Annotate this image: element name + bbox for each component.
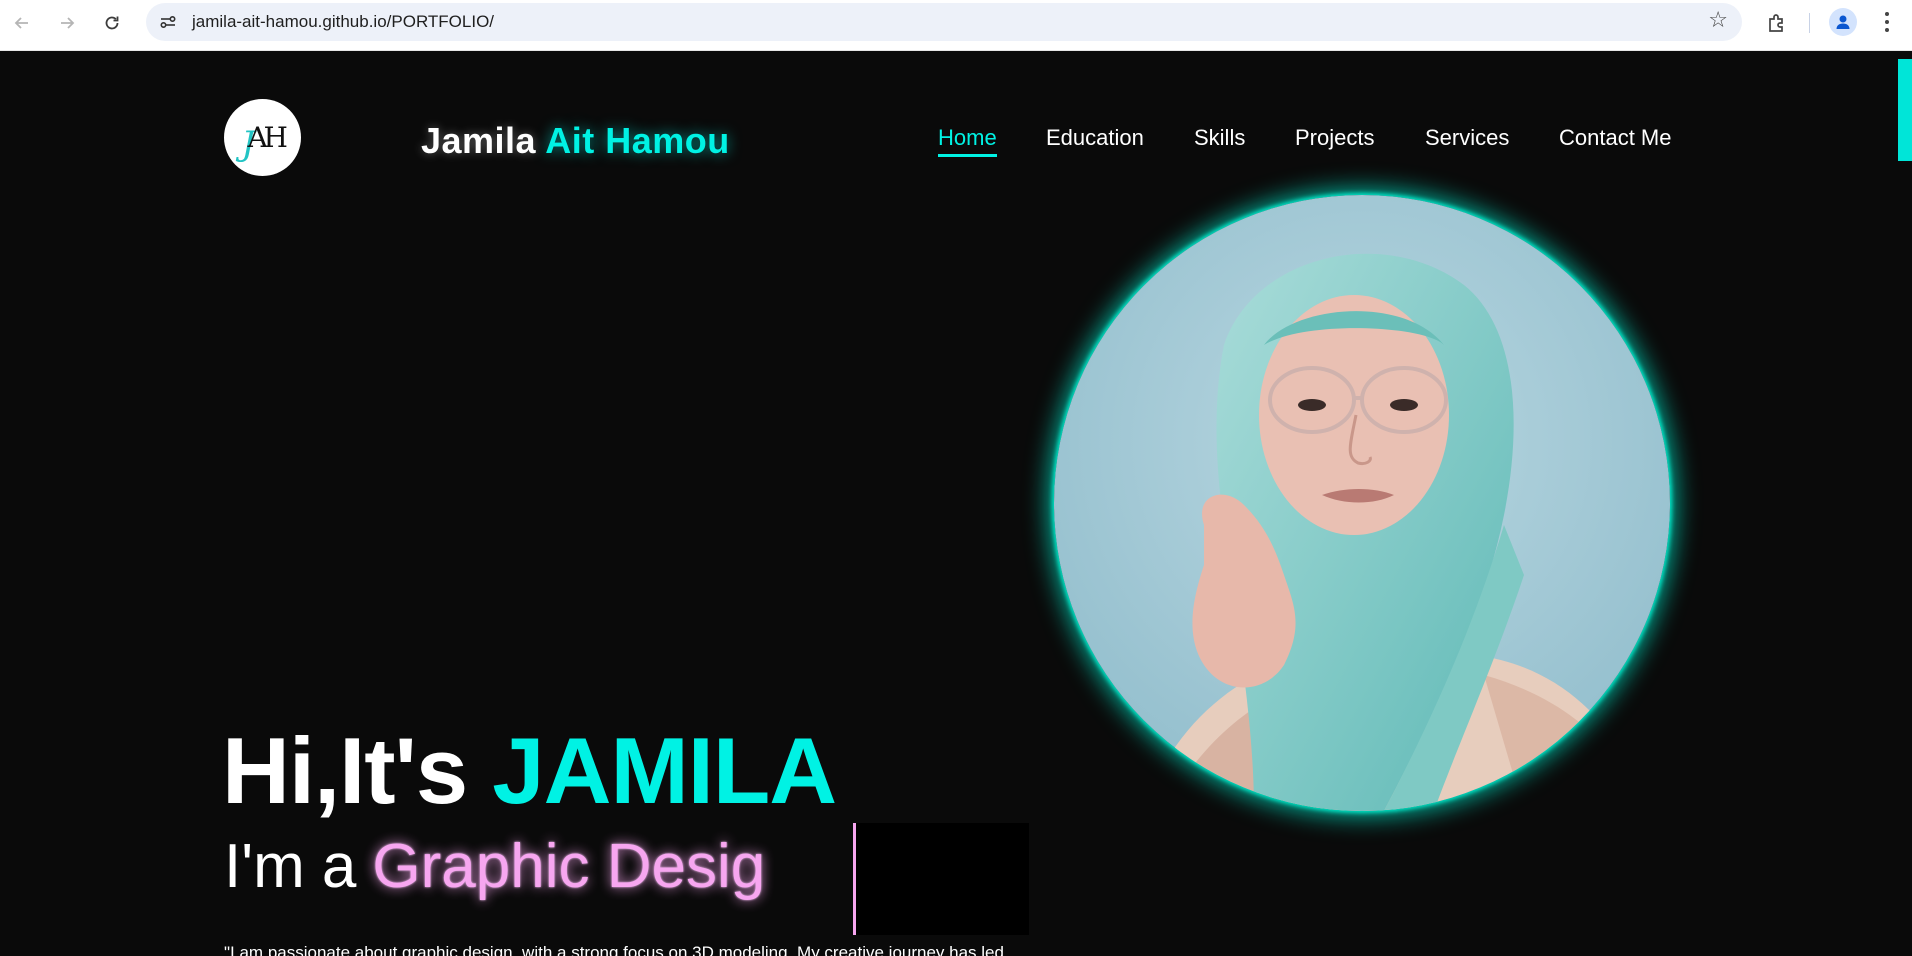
reload-icon	[105, 16, 119, 30]
profile-button[interactable]	[1829, 8, 1857, 36]
nav-contact-me[interactable]: Contact Me	[1559, 125, 1672, 151]
browser-menu-button[interactable]	[1876, 6, 1898, 38]
puzzle-icon	[1769, 14, 1783, 32]
bookmark-star-icon[interactable]: ☆	[1708, 8, 1728, 33]
hero-role: I'm a Graphic Desig	[224, 831, 765, 902]
extensions-button[interactable]	[1762, 8, 1792, 38]
profile-photo	[1054, 195, 1670, 811]
site-logo[interactable]: J A H	[224, 99, 301, 176]
reload-button[interactable]	[97, 8, 127, 38]
toolbar-divider	[1809, 13, 1810, 33]
hero-greeting: Hi,It's JAMILA	[222, 717, 837, 825]
hero-role-typed: Graphic Desig	[372, 832, 766, 901]
portfolio-page: J A H Jamila Ait Hamou Home Education Sk…	[0, 51, 1912, 956]
profile-photo-image	[1054, 195, 1670, 811]
typing-cursor-mask	[856, 823, 1029, 935]
brand-title: Jamila Ait Hamou	[421, 120, 730, 162]
scrollbar-thumb[interactable]	[1898, 59, 1912, 161]
back-button[interactable]	[7, 8, 37, 38]
nav-projects[interactable]: Projects	[1295, 125, 1374, 151]
forward-button[interactable]	[52, 8, 82, 38]
browser-toolbar: jamila-ait-hamou.github.io/PORTFOLIO/ ☆	[0, 0, 1912, 51]
hero-name: JAMILA	[492, 718, 837, 823]
hero-intro-text: "I am passionate about graphic design, w…	[224, 943, 1004, 956]
site-info-button[interactable]	[156, 10, 180, 34]
logo-letter-h: H	[263, 120, 288, 154]
arrow-right-icon	[61, 17, 75, 29]
person-icon	[1836, 15, 1850, 29]
hero-role-prefix: I'm a	[224, 832, 357, 901]
hero-greeting-text: Hi,It's	[222, 718, 468, 823]
tune-icon	[160, 16, 176, 29]
url-text: jamila-ait-hamou.github.io/PORTFOLIO/	[192, 12, 495, 31]
brand-first-name: Jamila	[421, 120, 537, 161]
nav-education[interactable]: Education	[1046, 125, 1144, 151]
nav-services[interactable]: Services	[1425, 125, 1509, 151]
nav-skills[interactable]: Skills	[1194, 125, 1245, 151]
arrow-left-icon	[14, 17, 28, 29]
address-bar[interactable]: jamila-ait-hamou.github.io/PORTFOLIO/ ☆	[146, 3, 1742, 41]
brand-last-name: Ait Hamou	[545, 120, 730, 161]
nav-home[interactable]: Home	[938, 125, 997, 157]
